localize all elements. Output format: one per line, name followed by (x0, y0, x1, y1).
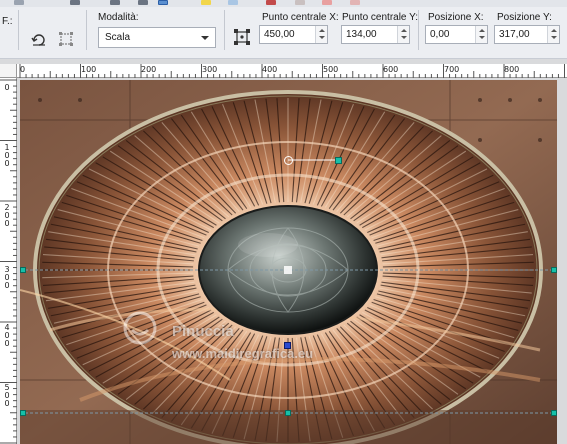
reset-icon[interactable] (28, 28, 50, 50)
transform-grid-icon[interactable] (55, 28, 77, 50)
tool-options-bar: F.: Modalità: Scala Punto centrale X: 45… (0, 0, 567, 59)
pos-x-label: Posizione X: (428, 12, 484, 23)
ruler-label: 0 (4, 83, 10, 92)
tool-icon[interactable] (266, 0, 276, 5)
resize-handle-bottom-left[interactable] (20, 410, 26, 416)
watermark: Pinuccia www.maidiregrafica.eu (122, 310, 337, 370)
ruler-label: 400 (4, 323, 10, 348)
pick-center-icon[interactable] (231, 26, 253, 48)
center-y-input[interactable]: 134,00 (341, 25, 410, 44)
pos-x-stepper[interactable] (475, 26, 487, 43)
dropdown-small[interactable] (0, 0, 18, 8)
chevron-up-icon[interactable] (551, 29, 557, 32)
chevron-down-icon[interactable] (551, 36, 557, 39)
resize-handle-right[interactable] (551, 267, 557, 273)
canvas-image[interactable] (20, 80, 557, 444)
horizontal-ruler[interactable]: 0 100 200 300 400 500 600 700 800 (17, 64, 567, 78)
tool-icon[interactable] (201, 0, 211, 5)
watermark-name: Pinuccia (172, 323, 234, 340)
ruler-label: 700 (444, 65, 460, 74)
ruler-label: 100 (4, 143, 10, 168)
tool-icon[interactable] (322, 0, 332, 5)
transform-overlay (20, 159, 557, 414)
vertical-ruler[interactable]: 0 100 200 300 400 500 (0, 78, 17, 444)
chevron-up-icon[interactable] (401, 29, 407, 32)
center-y-stepper[interactable] (397, 26, 409, 43)
center-x-stepper[interactable] (315, 26, 327, 43)
pos-y-stepper[interactable] (547, 26, 559, 43)
ruler-corner (0, 64, 17, 78)
tool-icon[interactable] (158, 0, 168, 5)
tool-icon[interactable] (138, 0, 148, 5)
resize-handle-bottom-right[interactable] (551, 410, 557, 416)
chevron-up-icon[interactable] (479, 29, 485, 32)
ruler-label: 500 (4, 383, 10, 408)
tool-icon[interactable] (70, 0, 80, 5)
watermark-site: www.maidiregrafica.eu (172, 346, 314, 361)
ruler-label: 200 (4, 203, 10, 228)
pos-y-label: Posizione Y: (497, 12, 552, 23)
ruler-label: 300 (202, 65, 218, 74)
separator (224, 10, 225, 50)
watermark-logo-icon (123, 311, 157, 345)
pos-x-input[interactable]: 0,00 (425, 25, 488, 44)
chevron-down-icon[interactable] (401, 36, 407, 39)
mode-label: Modalità: (98, 12, 139, 23)
center-x-input[interactable]: 450,00 (259, 25, 328, 44)
center-y-value: 134,00 (346, 29, 377, 40)
ruler-label: 0 (20, 65, 26, 74)
editor-window: F.: Modalità: Scala Punto centrale X: 45… (0, 0, 567, 444)
separator (18, 10, 19, 50)
chevron-down-icon[interactable] (479, 36, 485, 39)
ruler-label: 600 (383, 65, 399, 74)
cut-label: F.: (2, 16, 13, 27)
separator (86, 10, 87, 50)
ruler-label: 400 (262, 65, 278, 74)
mode-value: Scala (105, 32, 131, 43)
ruler-ticks (19, 64, 565, 78)
center-x-value: 450,00 (264, 29, 295, 40)
ruler-label: 100 (81, 65, 97, 74)
ruler-label: 300 (4, 265, 10, 290)
tool-icon[interactable] (295, 0, 305, 5)
pos-x-value: 0,00 (430, 29, 450, 40)
center-x-label: Punto centrale X: (262, 12, 339, 23)
chevron-down-icon[interactable] (319, 36, 325, 39)
pos-y-value: 317,00 (499, 29, 530, 40)
chevron-down-icon (201, 36, 209, 40)
toolbar-top-strip (0, 0, 567, 7)
pos-y-input[interactable]: 317,00 (494, 25, 560, 44)
resize-handle-left[interactable] (20, 267, 26, 273)
tool-icon[interactable] (350, 0, 360, 5)
ruler-label: 800 (504, 65, 520, 74)
center-point-handle[interactable] (284, 266, 292, 274)
ruler-label: 500 (323, 65, 339, 74)
mode-select[interactable]: Scala (98, 27, 216, 48)
separator (418, 10, 419, 50)
chevron-up-icon[interactable] (319, 29, 325, 32)
tool-icon[interactable] (110, 0, 120, 5)
tool-icon[interactable] (228, 0, 238, 5)
rotation-pivot-handle[interactable] (284, 156, 293, 165)
resize-handle-bottom[interactable] (285, 410, 291, 416)
rotation-handle[interactable] (335, 157, 342, 164)
ruler-label: 200 (141, 65, 157, 74)
center-y-label: Punto centrale Y: (342, 12, 418, 23)
